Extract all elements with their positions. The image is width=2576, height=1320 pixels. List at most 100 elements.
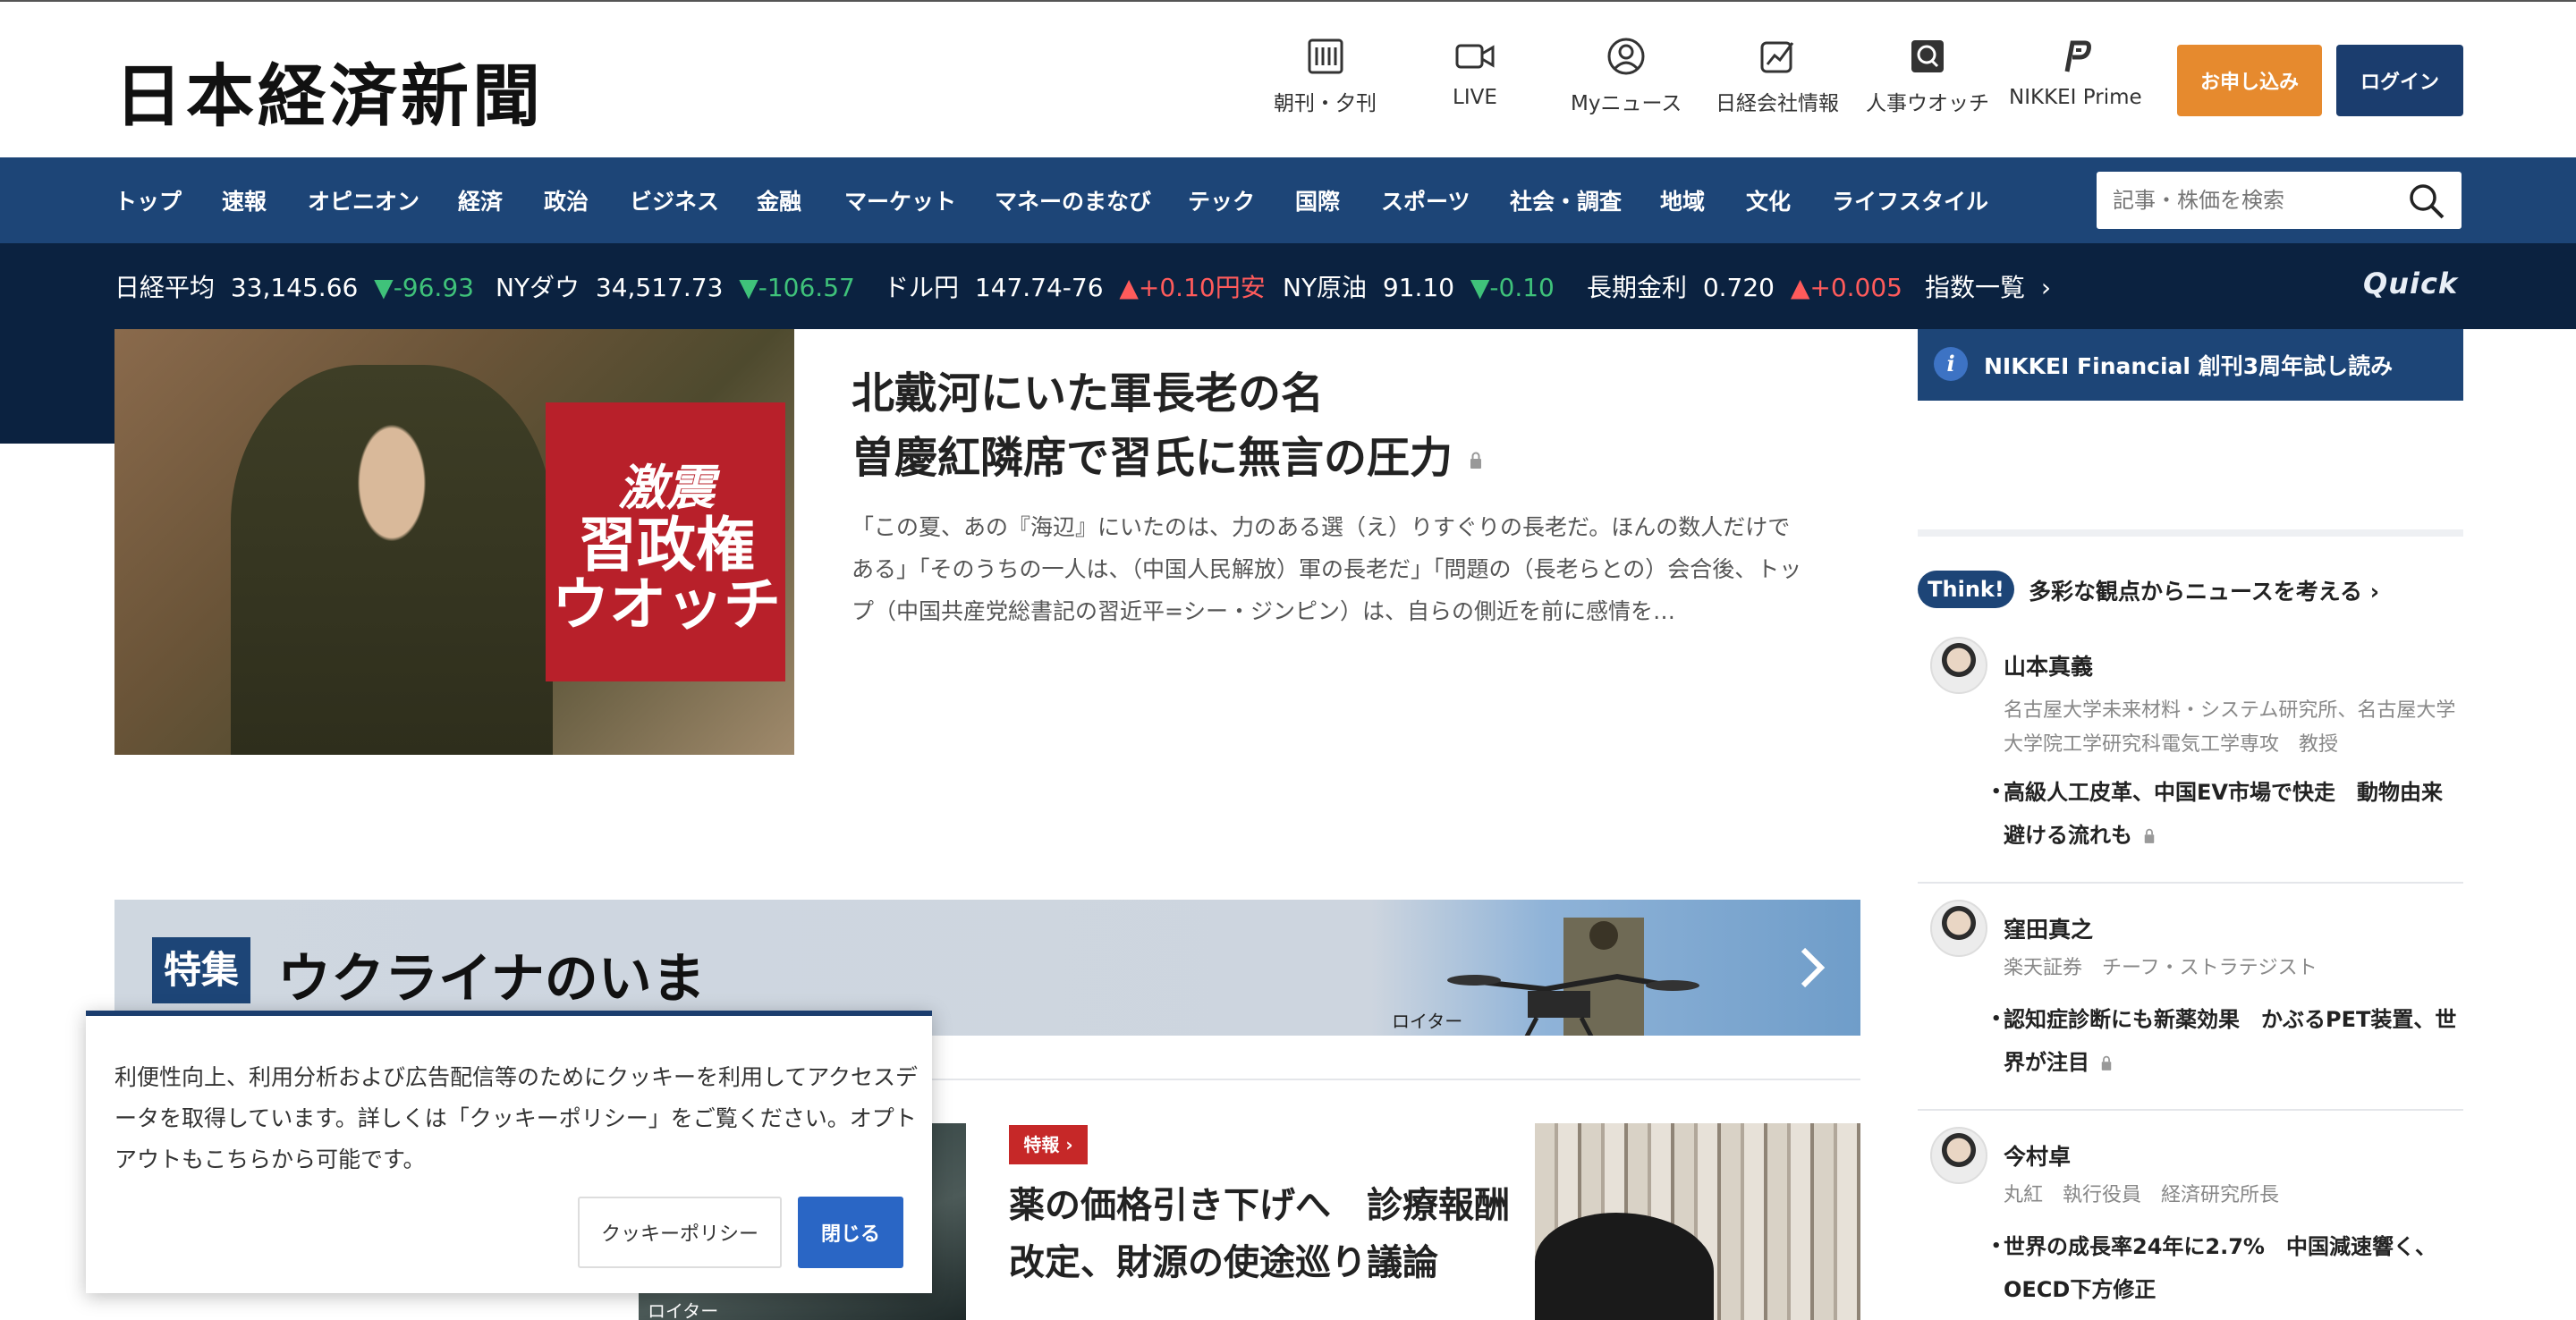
nav-item-money[interactable]: マネーのまなび xyxy=(995,184,1151,216)
article-image[interactable] xyxy=(1535,1123,1860,1320)
ticker-name: 長期金利 xyxy=(1587,273,1688,302)
utility-live[interactable]: LIVE xyxy=(1453,36,1497,109)
avatar[interactable] xyxy=(1930,900,1987,957)
utility-nikkei-prime[interactable]: NIKKEI Prime xyxy=(2009,36,2142,109)
utility-label: 朝刊・夕刊 xyxy=(1274,92,1377,115)
hero-figure xyxy=(231,365,553,755)
hero-image[interactable]: 激震 習政権 ウオッチ xyxy=(114,329,794,755)
info-icon: i xyxy=(1934,347,1968,381)
ticker-value: 33,145.66 xyxy=(230,273,359,302)
expert-name[interactable]: 今村卓 xyxy=(2004,1139,2071,1172)
nav-item-tech[interactable]: テック xyxy=(1188,184,1255,216)
ticker-item-usdjpy[interactable]: ドル円 147.74-76 ▲+0.10円安 xyxy=(884,268,1266,304)
video-camera-icon xyxy=(1455,44,1495,69)
nav-item-society[interactable]: 社会・調査 xyxy=(1510,184,1622,216)
photo-credit: ロイター xyxy=(1392,1011,1463,1032)
ticker-item-nydow[interactable]: NYダウ 34,517.73 ▼-106.57 xyxy=(496,268,855,304)
nav-item-top[interactable]: トップ xyxy=(114,184,182,216)
nav-item-lifestyle[interactable]: ライフスタイル xyxy=(1832,184,1988,216)
utility-label: 人事ウオッチ xyxy=(1866,92,1989,115)
nav-item-region[interactable]: 地域 xyxy=(1660,184,1705,216)
nav-item-politics[interactable]: 政治 xyxy=(544,184,589,216)
nav-item-culture[interactable]: 文化 xyxy=(1746,184,1791,216)
expert-item: 窪田真之 楽天証券 チーフ・ストラテジスト 認知症診断にも新薬効果 かぶるPET… xyxy=(1918,900,2463,1087)
think-section-title[interactable]: 多彩な観点からニュースを考える › xyxy=(2029,574,2379,606)
expert-role: 楽天証券 チーフ・ストラテジスト xyxy=(2004,957,2318,979)
utility-label: LIVE xyxy=(1453,86,1497,109)
down-arrow-icon: ▼ xyxy=(1470,273,1490,302)
utility-morning-evening[interactable]: 朝刊・夕刊 xyxy=(1274,36,1377,116)
expert-name[interactable]: 窪田真之 xyxy=(2004,912,2093,944)
nav-item-finance[interactable]: 金融 xyxy=(757,184,801,216)
cookie-policy-button[interactable]: クッキーポリシー xyxy=(578,1197,782,1268)
avatar[interactable] xyxy=(1930,637,1987,694)
apply-button[interactable]: お申し込み xyxy=(2177,45,2322,116)
article-title[interactable]: 薬の価格引き下げへ 診療報酬改定、財源の使途巡り議論 xyxy=(1009,1177,1510,1291)
think-title-text: 多彩な観点からニュースを考える xyxy=(2029,579,2363,605)
utility-company-info[interactable]: 日経会社情報 xyxy=(1716,36,1839,116)
sidebar-divider xyxy=(1918,529,2463,537)
expert-topic-link[interactable]: 認知症診断にも新薬効果 かぶるPET装置、世界が注目 xyxy=(1991,998,2460,1084)
ticker-change: -0.10 xyxy=(1489,273,1555,302)
expert-topic-link[interactable]: 高級人工皮革、中国EV市場で快走 動物由来避ける流れも xyxy=(1991,771,2460,857)
chevron-right-icon: › xyxy=(2362,579,2380,605)
chevron-right-icon: › xyxy=(1065,1134,1073,1155)
special-title: ウクライナのいま xyxy=(277,948,706,1011)
expert-topic-link[interactable]: 世界の成長率24年に2.7% 中国減速響く、OECD下方修正 xyxy=(1991,1225,2460,1311)
utility-personnel-watch[interactable]: 人事ウオッチ xyxy=(1866,36,1989,116)
site-logo[interactable]: 日本経済新聞 xyxy=(114,41,544,140)
avatar[interactable] xyxy=(1930,1127,1987,1184)
user-circle-icon xyxy=(1607,38,1645,75)
nav-item-economy[interactable]: 経済 xyxy=(458,184,503,216)
search-icon[interactable] xyxy=(2408,182,2445,220)
nav-item-international[interactable]: 国際 xyxy=(1295,184,1340,216)
ticker-item-crude-oil[interactable]: NY原油 91.10 ▼-0.10 xyxy=(1283,268,1555,304)
breaking-label: 特報 xyxy=(1023,1134,1060,1155)
think-badge: Think! xyxy=(1918,571,2014,608)
down-arrow-icon: ▼ xyxy=(739,273,758,302)
hero-lead: 「この夏、あの『海辺』にいたのは、力のある選（え）りすぐりの長老だ。ほんの数人だ… xyxy=(852,514,1802,624)
ticker-value: 34,517.73 xyxy=(595,273,724,302)
lock-icon xyxy=(2144,828,2155,843)
utility-label: Myニュース xyxy=(1571,92,1682,115)
hero-title[interactable]: 北戴河にいた軍長老の名 曽慶紅隣席で習氏に無言の圧力 xyxy=(852,361,1835,490)
expert-divider xyxy=(1918,882,2463,884)
expert-name[interactable]: 山本真義 xyxy=(2004,649,2093,681)
cookie-text: 利便性向上、利用分析および広告配信等のためにクッキーを利用してアクセスデータを取… xyxy=(114,1064,919,1172)
nav-item-breaking[interactable]: 速報 xyxy=(222,184,267,216)
ticker-name: ドル円 xyxy=(884,273,960,302)
quick-logo[interactable]: Quick xyxy=(2363,267,2458,300)
hero-title-line-1: 北戴河にいた軍長老の名 xyxy=(852,368,1325,419)
search-input[interactable] xyxy=(2097,172,2401,229)
index-list-link[interactable]: 指数一覧 › xyxy=(1925,268,2051,304)
breaking-badge[interactable]: 特報 › xyxy=(1009,1125,1088,1164)
prime-icon xyxy=(2064,40,2092,72)
financial-banner[interactable]: i NIKKEI Financial 創刊3周年試し読み xyxy=(1918,329,2463,401)
index-list-label: 指数一覧 xyxy=(1925,273,2026,302)
nav-item-sports[interactable]: スポーツ xyxy=(1381,184,1470,216)
expert-topic-text: 高級人工皮革、中国EV市場で快走 動物由来避ける流れも xyxy=(2004,780,2443,848)
hero-title-line-2: 曽慶紅隣席で習氏に無言の圧力 xyxy=(852,433,1453,483)
cookie-close-button[interactable]: 閉じる xyxy=(798,1197,903,1268)
expert-role: 名古屋大学未来材料・システム研究所、名古屋大学大学院工学研究科電気工学専攻 教授 xyxy=(2004,699,2456,756)
chart-icon xyxy=(1760,41,1794,73)
ticker-item-nikkei[interactable]: 日経平均 33,145.66 ▼-96.93 xyxy=(114,268,474,304)
ticker-value: 91.10 xyxy=(1382,273,1455,302)
ticker-change: +0.005 xyxy=(1809,273,1902,302)
login-button[interactable]: ログイン xyxy=(2336,45,2463,116)
utility-my-news[interactable]: Myニュース xyxy=(1571,36,1682,116)
ticker-item-long-term-rate[interactable]: 長期金利 0.720 ▲+0.005 xyxy=(1587,268,1902,304)
utility-label: NIKKEI Prime xyxy=(2009,86,2142,109)
nav-item-business[interactable]: ビジネス xyxy=(630,184,719,216)
expert-topic-text: 認知症診断にも新薬効果 かぶるPET装置、世界が注目 xyxy=(2004,1007,2457,1075)
overlay-line-2: 習政権 xyxy=(578,510,755,580)
chevron-right-icon[interactable] xyxy=(1785,941,1839,994)
nav-item-opinion[interactable]: オピニオン xyxy=(308,184,419,216)
ticker-value: 0.720 xyxy=(1702,273,1775,302)
nav-item-market[interactable]: マーケット xyxy=(844,184,956,216)
special-badge: 特集 xyxy=(152,937,250,1003)
up-arrow-icon: ▲ xyxy=(1790,273,1810,302)
expert-divider xyxy=(1918,1109,2463,1111)
ticker-name: 日経平均 xyxy=(114,273,216,302)
expert-item: 今村卓 丸紅 執行役員 経済研究所長 世界の成長率24年に2.7% 中国減速響く… xyxy=(1918,1127,2463,1320)
